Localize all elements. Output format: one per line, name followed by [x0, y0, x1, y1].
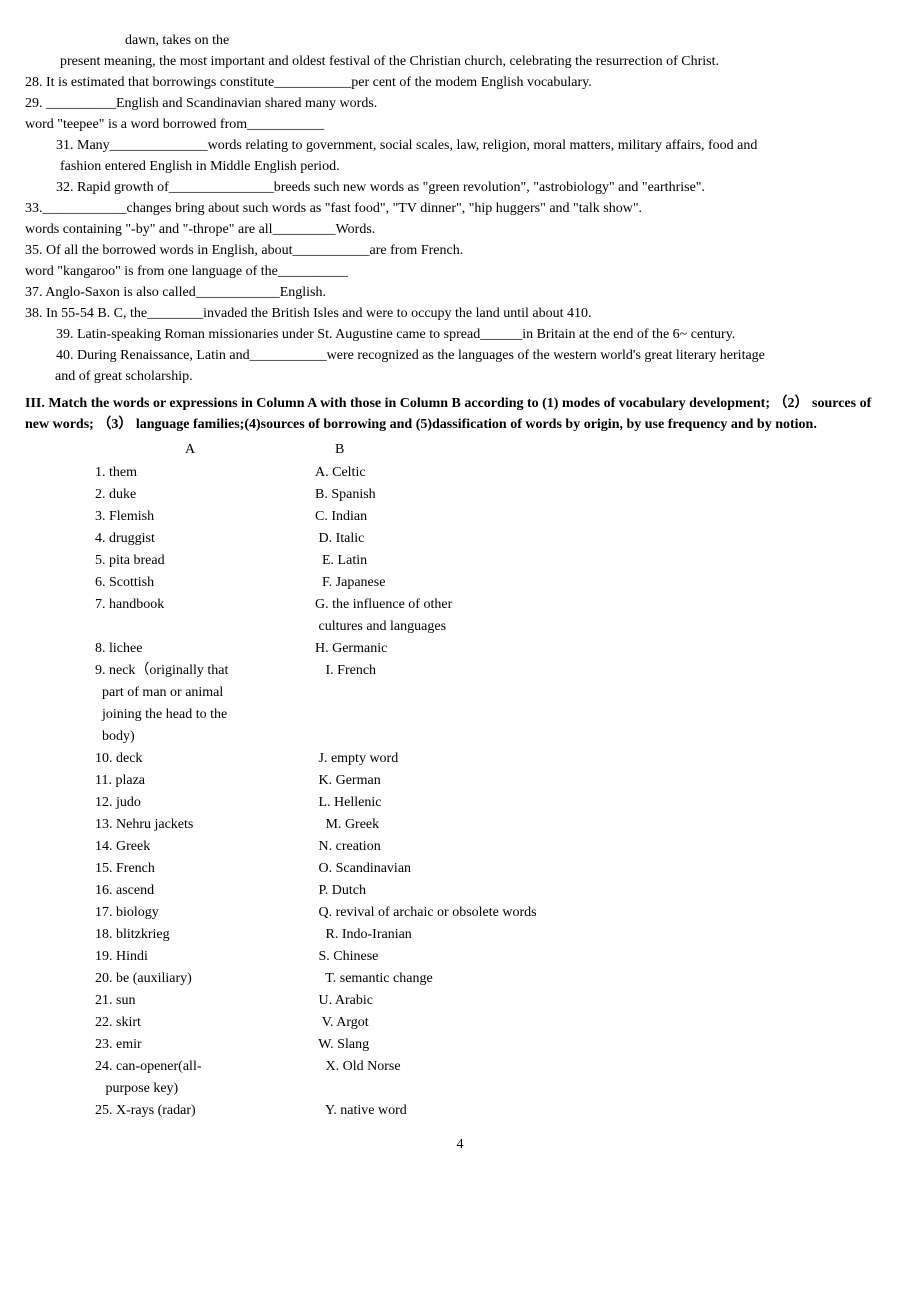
col-a-item: 9. neck（originally that: [95, 660, 315, 681]
col-b-item: [315, 1078, 715, 1099]
col-a-item: 5. pita bread: [95, 550, 315, 571]
col-b-item: N. creation: [315, 836, 715, 857]
col-a-item: 14. Greek: [95, 836, 315, 857]
col-a-item: 3. Flemish: [95, 506, 315, 527]
col-a-header: A: [95, 439, 315, 460]
q39: 39. Latin-speaking Roman missionaries un…: [25, 324, 895, 345]
page-number: 4: [25, 1134, 895, 1155]
col-b-item: [315, 726, 715, 747]
col-b-item: [315, 682, 715, 703]
line-dawn: dawn, takes on the: [25, 30, 895, 51]
q-by-thrope: words containing "-by" and "-thrope" are…: [25, 219, 895, 240]
q38: 38. In 55-54 B. C, the________invaded th…: [25, 303, 895, 324]
col-b-item: K. German: [315, 770, 715, 791]
col-a-item: body): [95, 726, 315, 747]
col-b-item: S. Chinese: [315, 946, 715, 967]
line-present: present meaning, the most important and …: [25, 51, 895, 72]
q37: 37. Anglo-Saxon is also called__________…: [25, 282, 895, 303]
col-b-item: R. Indo-Iranian: [315, 924, 715, 945]
q32: 32. Rapid growth of_______________breeds…: [25, 177, 895, 198]
col-a-item: 20. be (auxiliary): [95, 968, 315, 989]
section-3-title: III. Match the words or expressions in C…: [25, 393, 895, 435]
col-b-item: O. Scandinavian: [315, 858, 715, 879]
col-a-item: [95, 616, 315, 637]
q40-cont: and of great scholarship.: [25, 366, 895, 387]
col-a-item: 24. can-opener(all-: [95, 1056, 315, 1077]
col-b-item: H. Germanic: [315, 638, 715, 659]
col-a-item: 1. them: [95, 462, 315, 483]
col-b-item: X. Old Norse: [315, 1056, 715, 1077]
col-a-item: 11. plaza: [95, 770, 315, 791]
q31: 31. Many______________words relating to …: [25, 135, 895, 156]
q-kangaroo: word "kangaroo" is from one language of …: [25, 261, 895, 282]
col-a-item: 19. Hindi: [95, 946, 315, 967]
col-a-item: 18. blitzkrieg: [95, 924, 315, 945]
col-a-item: 21. sun: [95, 990, 315, 1011]
col-b-item: J. empty word: [315, 748, 715, 769]
col-b-item: L. Hellenic: [315, 792, 715, 813]
col-a-item: 15. French: [95, 858, 315, 879]
q40: 40. During Renaissance, Latin and_______…: [25, 345, 895, 366]
match-table: A 1. them2. duke3. Flemish4. druggist5. …: [25, 439, 895, 1122]
col-a-item: 25. X-rays (radar): [95, 1100, 315, 1121]
col-a-item: 13. Nehru jackets: [95, 814, 315, 835]
col-b-item: B. Spanish: [315, 484, 715, 505]
col-a-item: 8. lichee: [95, 638, 315, 659]
q33: 33.____________changes bring about such …: [25, 198, 895, 219]
col-b-item: I. French: [315, 660, 715, 681]
col-b-item: P. Dutch: [315, 880, 715, 901]
col-a-item: 17. biology: [95, 902, 315, 923]
col-b-item: C. Indian: [315, 506, 715, 527]
col-a-item: joining the head to the: [95, 704, 315, 725]
col-b-item: T. semantic change: [315, 968, 715, 989]
q28: 28. It is estimated that borrowings cons…: [25, 72, 895, 93]
col-b-item: cultures and languages: [315, 616, 715, 637]
col-b-item: Q. revival of archaic or obsolete words: [315, 902, 715, 923]
col-a-item: 10. deck: [95, 748, 315, 769]
col-b-item: G. the influence of other: [315, 594, 715, 615]
q-teepee: word "teepee" is a word borrowed from___…: [25, 114, 895, 135]
col-a-item: 4. druggist: [95, 528, 315, 549]
col-a-item: 23. emir: [95, 1034, 315, 1055]
q31-cont: fashion entered English in Middle Englis…: [25, 156, 895, 177]
col-a-item: part of man or animal: [95, 682, 315, 703]
col-a-item: 6. Scottish: [95, 572, 315, 593]
col-a-item: 12. judo: [95, 792, 315, 813]
col-b-item: W. Slang: [315, 1034, 715, 1055]
col-a-item: 22. skirt: [95, 1012, 315, 1033]
col-a-item: 2. duke: [95, 484, 315, 505]
col-b-item: D. Italic: [315, 528, 715, 549]
col-b-item: F. Japanese: [315, 572, 715, 593]
col-b-item: A. Celtic: [315, 462, 715, 483]
q35: 35. Of all the borrowed words in English…: [25, 240, 895, 261]
col-a-item: 7. handbook: [95, 594, 315, 615]
column-a: A 1. them2. duke3. Flemish4. druggist5. …: [95, 439, 315, 1122]
col-a-item: purpose key): [95, 1078, 315, 1099]
col-b-item: [315, 704, 715, 725]
col-b-item: Y. native word: [315, 1100, 715, 1121]
column-b: B A. CelticB. SpanishC. Indian D. Italic…: [315, 439, 715, 1122]
col-b-item: E. Latin: [315, 550, 715, 571]
col-b-header: B: [315, 439, 715, 460]
col-b-item: M. Greek: [315, 814, 715, 835]
col-b-item: V. Argot: [315, 1012, 715, 1033]
q29: 29. __________English and Scandinavian s…: [25, 93, 895, 114]
col-a-item: 16. ascend: [95, 880, 315, 901]
col-b-item: U. Arabic: [315, 990, 715, 1011]
